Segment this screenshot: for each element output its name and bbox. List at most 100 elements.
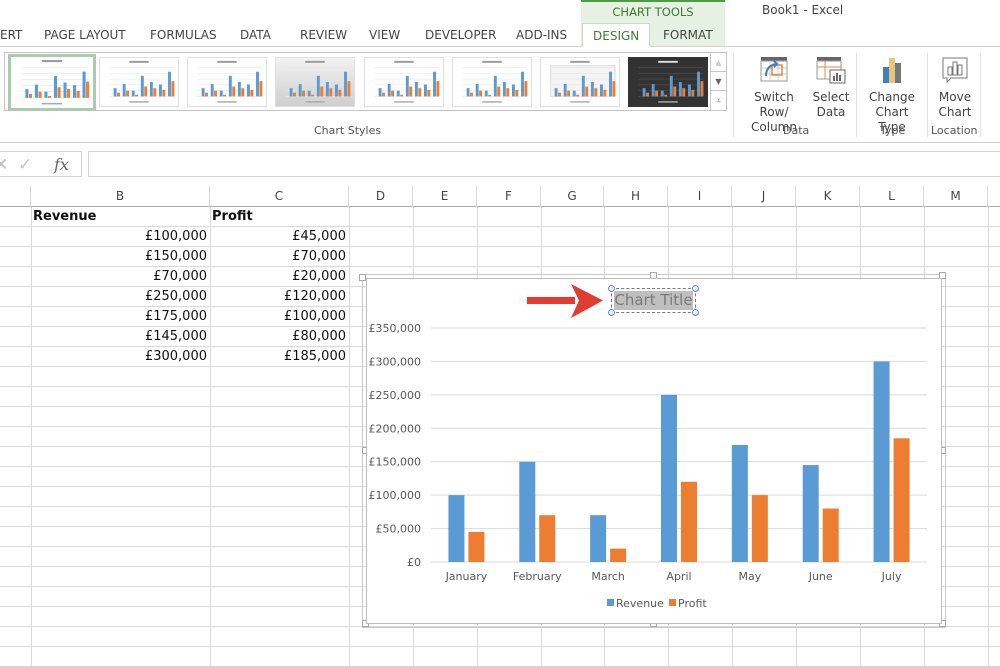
thumb-bar	[409, 86, 413, 97]
column-header-n[interactable]	[988, 186, 1000, 207]
thumb-bar	[678, 82, 682, 97]
column-header-d[interactable]: D	[349, 186, 413, 207]
thumb-title	[570, 60, 590, 63]
cell-revenue[interactable]: £150,000	[31, 247, 210, 266]
tab-data[interactable]: DATA	[240, 23, 271, 47]
chart-style-6[interactable]	[452, 57, 532, 107]
thumb-bar	[298, 84, 302, 97]
thumb-bar	[250, 89, 254, 97]
column-header-c[interactable]: C	[210, 186, 349, 207]
thumb-bar	[347, 81, 351, 97]
change-chart-type-button[interactable]: Change Chart Type	[860, 54, 924, 135]
thumb-bar	[572, 90, 576, 97]
y-tick-label: £300,000	[369, 355, 422, 368]
cell-revenue[interactable]: £175,000	[31, 307, 210, 326]
switch-row-column-button[interactable]: Switch Row/ Column	[740, 54, 808, 135]
change-chart-type-label-1: Change	[869, 90, 915, 104]
resize-handle-top-left[interactable]	[359, 274, 366, 281]
cell-revenue[interactable]: £145,000	[31, 327, 210, 346]
cell-profit[interactable]: £70,000	[210, 247, 349, 266]
gallery-more-button[interactable]: ⩡	[711, 91, 726, 110]
tab-add-ins[interactable]: ADD-INS	[516, 23, 567, 47]
y-tick-label: £200,000	[369, 422, 422, 435]
chart-title[interactable]: Chart Title	[614, 291, 693, 310]
x-tick-label: January	[445, 570, 488, 583]
select-data-button[interactable]: Select Data	[812, 54, 850, 120]
title-handle[interactable]	[692, 285, 699, 292]
thumb-bar	[697, 71, 700, 97]
thumb-bar	[44, 91, 48, 98]
thumb-bar	[201, 88, 205, 97]
cell-profit[interactable]: £100,000	[210, 307, 349, 326]
y-tick-label: £350,000	[369, 322, 422, 335]
type-group-label: Type	[880, 124, 906, 137]
chart-title-selection[interactable]: Chart Title	[608, 285, 699, 316]
column-header-h[interactable]: H	[604, 186, 668, 207]
tab-design[interactable]: DESIGN	[582, 23, 651, 48]
tab-page-layout[interactable]: PAGE LAYOUT	[44, 23, 126, 47]
column-header-a[interactable]	[0, 186, 31, 207]
tab-developer[interactable]: DEVELOPER	[425, 23, 496, 47]
column-header-j[interactable]: J	[732, 186, 796, 207]
column-header-l[interactable]: L	[860, 186, 924, 207]
thumb-bar	[316, 75, 320, 97]
gallery-scroll-up-button[interactable]: ▲	[711, 53, 726, 72]
gallery-scroll-down-button[interactable]: ▼	[711, 72, 726, 91]
legend-label-profit: Profit	[678, 597, 707, 610]
cell-c1[interactable]: Profit	[212, 207, 348, 226]
cell-revenue[interactable]: £250,000	[31, 287, 210, 306]
thumb-bar	[673, 86, 677, 97]
thumb-bar	[214, 90, 218, 97]
tab-review[interactable]: REVIEW	[300, 23, 347, 47]
cell-profit[interactable]: £185,000	[210, 347, 349, 366]
profit-bar	[610, 548, 627, 562]
thumb-bar	[117, 92, 120, 97]
ribbon-tabs: ERT PAGE LAYOUT FORMULAS DATA REVIEW VIE…	[0, 23, 1000, 48]
cell-revenue[interactable]: £70,000	[31, 267, 210, 286]
title-handle[interactable]	[608, 285, 615, 292]
revenue-bar	[873, 361, 890, 562]
cancel-icon[interactable]: ✕	[0, 152, 8, 178]
column-header-b[interactable]: B	[31, 186, 210, 207]
column-header-g[interactable]: G	[541, 186, 604, 207]
tab-view[interactable]: VIEW	[369, 23, 400, 47]
cell-profit[interactable]: £120,000	[210, 287, 349, 306]
chart-style-2[interactable]	[99, 57, 179, 107]
thumb-bar	[387, 84, 391, 97]
thumb-bar	[205, 92, 208, 97]
revenue-bar	[448, 495, 465, 562]
thumb-bar	[378, 88, 382, 97]
cell-profit[interactable]: £20,000	[210, 267, 349, 286]
thumb-bar	[73, 85, 77, 98]
cell-b1[interactable]: Revenue	[33, 207, 209, 226]
cell-revenue[interactable]: £100,000	[31, 227, 210, 246]
cell-profit[interactable]: £80,000	[210, 327, 349, 346]
tab-formulas[interactable]: FORMULAS	[150, 23, 217, 47]
chart-style-7[interactable]	[540, 57, 620, 107]
chart-style-8[interactable]	[628, 57, 708, 107]
tab-insert[interactable]: ERT	[0, 23, 22, 47]
column-header-f[interactable]: F	[477, 186, 541, 207]
insert-function-icon[interactable]: fx	[54, 152, 69, 178]
chart-area[interactable]: £0 £50,000 £100,000 £150,000 £200,000 £250,00…	[366, 278, 942, 624]
tab-format[interactable]: FORMAT	[663, 23, 713, 47]
column-gridline	[349, 207, 350, 667]
formula-input[interactable]	[88, 151, 1000, 177]
column-header-e[interactable]: E	[413, 186, 477, 207]
title-handle[interactable]	[692, 309, 699, 316]
move-chart-button[interactable]: Move Chart	[932, 54, 978, 120]
chart-style-4[interactable]	[275, 57, 355, 107]
cell-revenue[interactable]: £300,000	[31, 347, 210, 366]
thumb-bar	[158, 84, 162, 97]
column-chart: £0 £50,000 £100,000 £150,000 £200,000 £250,00…	[369, 322, 927, 610]
enter-icon[interactable]: ✓	[18, 152, 32, 178]
thumb-bar	[223, 94, 227, 97]
column-header-i[interactable]: I	[668, 186, 732, 207]
column-header-k[interactable]: K	[796, 186, 860, 207]
chart-style-3[interactable]	[187, 57, 267, 107]
title-handle[interactable]	[608, 309, 615, 316]
column-header-m[interactable]: M	[924, 186, 988, 207]
chart-style-1[interactable]	[8, 54, 96, 111]
chart-style-5[interactable]	[364, 57, 444, 107]
cell-profit[interactable]: £45,000	[210, 227, 349, 246]
